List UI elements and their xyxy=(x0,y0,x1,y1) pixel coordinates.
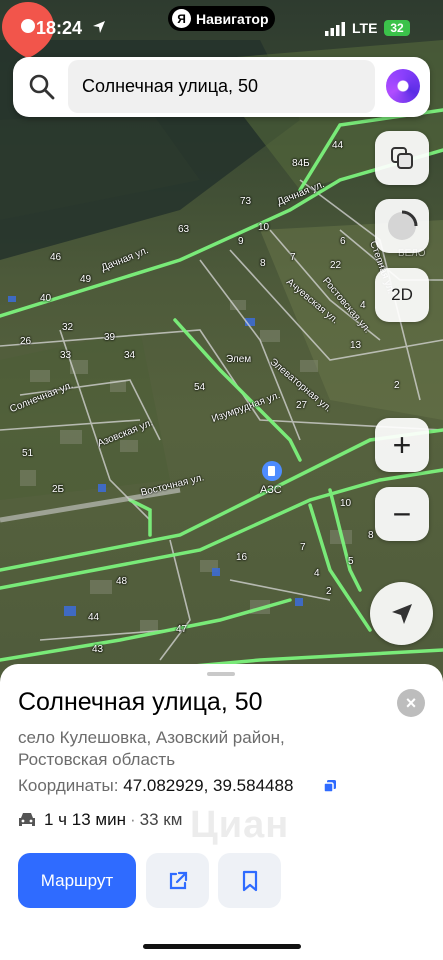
yandex-logo: Я xyxy=(172,9,191,28)
zoom-out-button[interactable]: − xyxy=(375,487,429,541)
coordinates: Координаты: 47.082929, 39.584488 xyxy=(18,776,293,796)
route-distance: 33 км xyxy=(139,810,183,829)
search-input[interactable]: Солнечная улица, 50 xyxy=(68,60,375,113)
home-indicator[interactable] xyxy=(143,944,301,949)
house-number: 44 xyxy=(332,140,344,151)
compass-button[interactable] xyxy=(375,199,429,253)
house-number: 2 xyxy=(394,380,400,391)
poi-label: Элем xyxy=(226,354,252,365)
copy-icon[interactable] xyxy=(324,780,336,792)
route-button[interactable]: Маршрут xyxy=(18,853,136,908)
location-arrow-icon xyxy=(93,21,105,33)
alice-icon[interactable] xyxy=(386,69,420,103)
house-number: 39 xyxy=(104,332,116,343)
house-number: 6 xyxy=(340,236,346,247)
coords-value[interactable]: 47.082929, 39.584488 xyxy=(123,776,293,795)
layers-icon xyxy=(391,147,413,169)
mode-label: 2D xyxy=(391,285,413,304)
compass-icon xyxy=(388,210,418,240)
clock: 18:24 xyxy=(36,18,83,38)
house-number: 40 xyxy=(40,293,52,304)
sheet-grabber[interactable] xyxy=(207,672,235,676)
network-type: LTE xyxy=(352,20,378,36)
layers-button[interactable] xyxy=(375,131,429,185)
house-number: 8 xyxy=(260,258,266,269)
house-number: 54 xyxy=(194,382,206,393)
house-number: 46 xyxy=(50,252,62,263)
house-number: 47 xyxy=(176,624,188,635)
watermark: Циан xyxy=(190,804,290,846)
house-number: 63 xyxy=(178,224,190,235)
zoom-in-button[interactable]: + xyxy=(375,418,429,472)
house-number: 33 xyxy=(60,350,72,361)
locate-button[interactable] xyxy=(370,582,433,645)
house-number: 27 xyxy=(296,400,308,411)
route-separator: · xyxy=(129,810,136,829)
app-pill-label: Навигатор xyxy=(196,10,269,27)
house-number: 32 xyxy=(62,322,74,333)
share-button[interactable] xyxy=(146,853,209,908)
mode-2d-button[interactable]: 2D xyxy=(375,268,429,322)
house-number: 49 xyxy=(80,274,92,285)
close-icon: × xyxy=(405,692,417,713)
status-bar: 18:24 Я Навигатор LTE 32 xyxy=(0,0,443,56)
house-number: 4 xyxy=(314,568,320,579)
locate-arrow-icon xyxy=(391,603,412,624)
coords-label: Координаты: xyxy=(18,776,119,795)
house-number: 16 xyxy=(236,552,248,563)
house-number: 22 xyxy=(330,260,342,271)
place-address: село Кулешовка, Азовский район, Ростовск… xyxy=(18,728,285,769)
house-number: 26 xyxy=(20,336,32,347)
house-number: 44 xyxy=(88,612,100,623)
house-number: 34 xyxy=(124,350,136,361)
house-number: 8 xyxy=(368,530,374,541)
house-number: 2 xyxy=(326,586,332,597)
house-number: 5 xyxy=(348,556,354,567)
place-card: Циан Солнечная улица, 50 × село Кулешовк… xyxy=(0,664,443,960)
route-time: 1 ч 13 мин xyxy=(44,810,126,829)
house-number: 13 xyxy=(350,340,362,351)
app-pill[interactable]: Я Навигатор xyxy=(168,6,275,31)
plus-icon: + xyxy=(392,427,412,463)
poi-label: АЗС xyxy=(260,484,282,496)
house-number: 73 xyxy=(240,196,252,207)
search-icon[interactable] xyxy=(27,72,57,102)
route-info: 1 ч 13 мин · 33 км xyxy=(18,810,182,830)
house-number: 9 xyxy=(238,236,244,247)
bookmark-button[interactable] xyxy=(218,853,281,908)
close-button[interactable]: × xyxy=(397,689,425,717)
house-number: 4 xyxy=(360,300,366,311)
share-icon xyxy=(169,871,187,889)
cellular-signal-icon xyxy=(325,22,345,36)
bookmark-icon xyxy=(242,870,257,891)
house-number: 7 xyxy=(290,252,296,263)
search-bar: Солнечная улица, 50 xyxy=(13,57,430,117)
house-number: 2Б xyxy=(52,484,65,495)
battery-indicator: 32 xyxy=(384,20,410,36)
house-number: 43 xyxy=(92,644,104,655)
house-number: 7 xyxy=(300,542,306,553)
place-title: Солнечная улица, 50 xyxy=(18,688,263,716)
house-number: 51 xyxy=(22,448,34,459)
house-number: 10 xyxy=(340,498,352,509)
car-icon xyxy=(19,813,35,826)
minus-icon: − xyxy=(392,496,412,532)
house-number: 48 xyxy=(116,576,128,587)
house-number: 84Б xyxy=(292,158,310,169)
house-number: 10 xyxy=(258,222,270,233)
